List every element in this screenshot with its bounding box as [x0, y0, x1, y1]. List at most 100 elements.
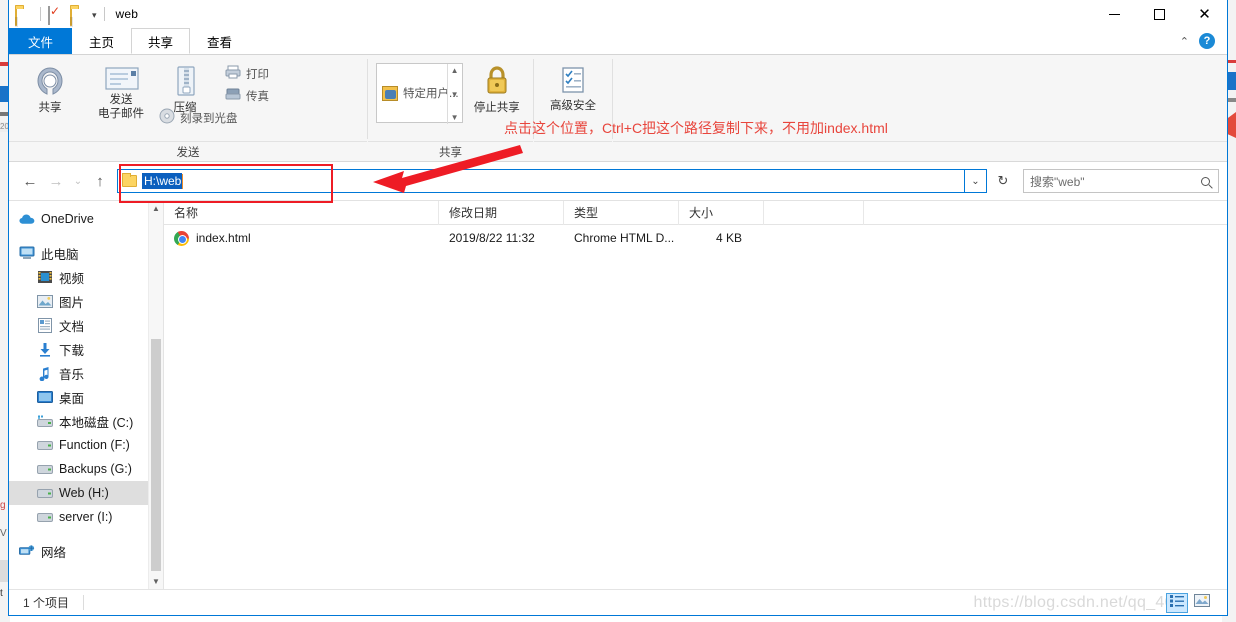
customize-quick-access-caret-icon[interactable]: ▾	[92, 10, 97, 20]
column-header-0[interactable]: 名称	[164, 200, 439, 225]
sidebar-item-label: 此电脑	[41, 247, 79, 262]
sidebar-item-5[interactable]: 下载	[9, 337, 163, 361]
share-with-user-scroll[interactable]: ▲ ▼ ▼	[446, 64, 462, 124]
background-accent-j: V	[0, 528, 7, 539]
search-box[interactable]: 搜索"web"	[1023, 169, 1219, 193]
chevron-down-icon: ⌄	[73, 175, 83, 187]
background-accent-l: t	[0, 588, 3, 599]
file-list-rows: index.html 2019/8/22 11:32 Chrome HTML D..…	[164, 225, 1227, 589]
folder-icon	[122, 173, 137, 187]
zip-icon	[175, 65, 195, 97]
sidebar-item-1[interactable]: 此电脑	[9, 241, 163, 265]
forward-button[interactable]: →	[43, 168, 69, 194]
stop-sharing-button-label: 停止共享	[473, 102, 520, 114]
close-icon: ✕	[1198, 4, 1211, 23]
fax-button[interactable]: 传真	[221, 85, 273, 107]
advanced-security-icon	[558, 65, 588, 95]
tab-home[interactable]: 主页	[72, 28, 131, 54]
burn-to-disc-button[interactable]: 刻录到光盘	[155, 107, 273, 129]
scroll-down-button[interactable]: ▼	[149, 574, 163, 589]
burn-disc-icon	[159, 108, 175, 129]
column-header-3[interactable]: 大小	[679, 200, 764, 225]
details-view-icon	[1170, 594, 1184, 612]
sidebar-item-8[interactable]: 本地磁盘 (C:)	[9, 409, 163, 433]
search-input[interactable]: 搜索"web"	[1030, 173, 1201, 190]
tab-share[interactable]: 共享	[131, 28, 191, 54]
address-bar[interactable]: H:\web	[117, 169, 965, 193]
sidebar-item-label: Web (H:)	[59, 486, 109, 500]
file-name-label: index.html	[196, 231, 251, 245]
up-button[interactable]: ↑	[87, 168, 113, 194]
watermark-text: https://blog.csdn.net/qq_408	[973, 593, 1183, 611]
details-view-button[interactable]	[1166, 592, 1188, 613]
scrollbar-thumb[interactable]	[151, 339, 161, 571]
sidebar-item-6[interactable]: 音乐	[9, 361, 163, 385]
large-icons-view-button[interactable]	[1191, 593, 1213, 613]
address-bar-value: H:\web	[142, 173, 183, 189]
advanced-security-button[interactable]: 高级安全	[542, 61, 604, 113]
refresh-button[interactable]: ↻	[991, 169, 1015, 193]
sidebar-item-label: server (I:)	[59, 510, 113, 524]
column-header-2[interactable]: 类型	[564, 200, 679, 225]
sidebar-item-11[interactable]: Web (H:)	[9, 481, 163, 505]
window-title: web	[115, 7, 139, 21]
navigation-pane-scrollbar[interactable]: ▲ ▼	[148, 201, 163, 589]
ribbon-group-send: 共享 发送 电子邮件 压缩 打印 传真 刻录到光盘 发送	[9, 55, 367, 161]
sidebar-item-12[interactable]: server (I:)	[9, 505, 163, 529]
minimize-button[interactable]	[1092, 0, 1137, 28]
tab-file[interactable]: 文件	[9, 28, 73, 54]
navigation-tree: OneDrive 此电脑视频 图片 文档 下载 音乐桌面本地磁盘 (C:) Function…	[9, 201, 163, 563]
minimize-icon	[1109, 13, 1120, 15]
chevron-up-icon[interactable]: ▲	[451, 66, 459, 75]
ribbon-group-send-label: 发送	[9, 141, 367, 161]
file-explorer-window: ▾ web ✕ 文件 主页 共享 查看 ⌃ ?	[8, 0, 1228, 616]
sidebar-item-13[interactable]: 网络	[9, 539, 163, 563]
ribbon-group-share: 特定用户... ▲ ▼ ▼ 停止共享 共享	[368, 55, 533, 161]
help-icon[interactable]: ?	[1199, 33, 1215, 49]
drive-icon	[37, 461, 53, 477]
text-caret	[182, 173, 184, 189]
sidebar-item-9[interactable]: Function (F:)	[9, 433, 163, 457]
maximize-button[interactable]	[1137, 0, 1182, 28]
properties-icon[interactable]	[48, 5, 66, 25]
search-icon[interactable]	[1201, 176, 1210, 186]
share-with-user-combobox[interactable]: 特定用户... ▲ ▼ ▼	[376, 63, 463, 124]
sidebar-item-4[interactable]: 文档	[9, 313, 163, 337]
recent-locations-button[interactable]: ⌄	[69, 168, 87, 194]
chevron-down-icon[interactable]: ▼	[451, 90, 459, 99]
sidebar-item-7[interactable]: 桌面	[9, 385, 163, 409]
sidebar-item-10[interactable]: Backups (G:)	[9, 457, 163, 481]
email-button[interactable]: 发送 电子邮件	[83, 61, 159, 121]
stop-sharing-button[interactable]: 停止共享	[469, 61, 525, 115]
share-button[interactable]: 共享	[17, 61, 83, 115]
system-drive-icon	[37, 413, 53, 429]
background-accent-b	[0, 86, 8, 102]
tab-view[interactable]: 查看	[190, 28, 249, 54]
address-bar-dropdown-button[interactable]: ⌄	[965, 169, 987, 193]
sidebar-item-3[interactable]: 图片	[9, 289, 163, 313]
folder-icon[interactable]	[15, 5, 33, 26]
new-folder-icon[interactable]	[70, 5, 88, 26]
collapse-ribbon-icon[interactable]: ⌃	[1180, 35, 1189, 48]
sidebar-item-0[interactable]: OneDrive	[9, 207, 163, 231]
file-size-cell: 4 KB	[715, 231, 742, 245]
file-list-pane: 名称 修改日期 类型 大小 index.html 2019/8/22 11:32 Chro…	[164, 200, 1227, 589]
drive-icon	[37, 437, 53, 453]
view-mode-buttons	[1166, 592, 1213, 613]
navigation-pane: OneDrive 此电脑视频 图片 文档 下载 音乐桌面本地磁盘 (C:) Function…	[9, 201, 164, 589]
fax-icon	[225, 87, 241, 106]
back-button[interactable]: ←	[17, 168, 43, 194]
scroll-up-button[interactable]: ▲	[149, 201, 163, 216]
expand-icon[interactable]: ▼	[451, 113, 459, 122]
close-button[interactable]: ✕	[1182, 0, 1227, 28]
sidebar-item-label: 桌面	[59, 391, 85, 406]
sidebar-item-2[interactable]: 视频	[9, 265, 163, 289]
ribbon-tab-right-controls: ⌃ ?	[1180, 28, 1227, 54]
file-type-cell: Chrome HTML D...	[574, 231, 675, 245]
column-header-4[interactable]	[764, 200, 864, 225]
print-button[interactable]: 打印	[221, 63, 273, 85]
column-header-1[interactable]: 修改日期	[439, 200, 564, 225]
divider	[83, 595, 85, 610]
item-count-label: 1 个项目	[23, 596, 70, 610]
table-row[interactable]: index.html 2019/8/22 11:32 Chrome HTML D..…	[164, 225, 1227, 251]
